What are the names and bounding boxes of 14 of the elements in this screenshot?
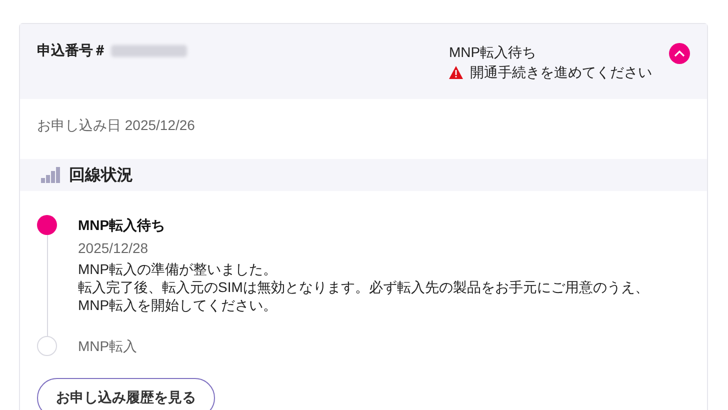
step-date: 2025/12/28 — [78, 239, 150, 258]
step-title: MNP転入待ち — [78, 216, 166, 235]
section-title: 回線状況 — [69, 166, 133, 186]
alert-text: 開通手続きを進めてください — [470, 63, 652, 82]
step-title: MNP転入 — [78, 337, 138, 356]
status-text: MNP転入待ち — [449, 43, 538, 62]
application-date: お申し込み日 2025/12/26 — [36, 116, 196, 135]
chevron-up-icon — [674, 50, 685, 57]
signal-bars-icon — [41, 167, 61, 183]
order-number-label: 申込番号＃ — [37, 42, 107, 60]
step-description: MNP転入の準備が整いました。 転入完了後、転入元のSIMは無効となります。必ず転入先の製品をお手元にご用意のうえ、 MNP転入を開始してください。 — [78, 260, 650, 315]
history-button[interactable]: お申し込み履歴を見る — [37, 378, 215, 410]
collapse-button[interactable] — [669, 43, 690, 64]
warning-icon — [449, 66, 463, 78]
